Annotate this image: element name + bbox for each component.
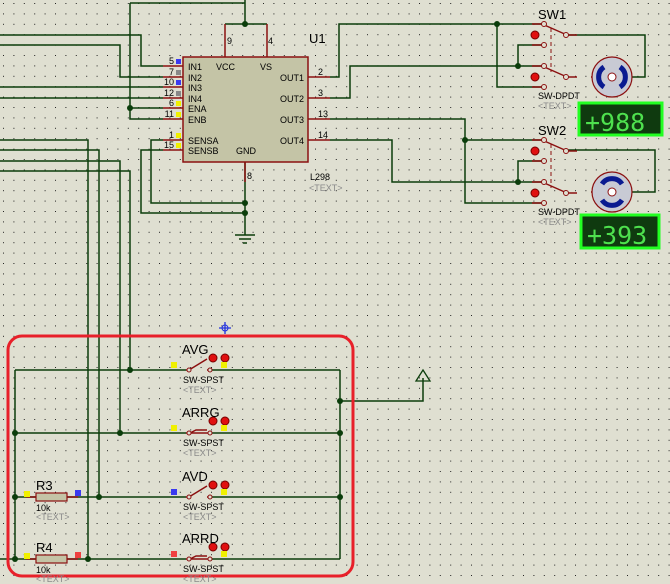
switch-part: SW-SPST [183, 438, 224, 448]
switch-ref: AVG [182, 342, 209, 357]
switch-text: <TEXT> [183, 385, 217, 395]
state-indicator [221, 362, 227, 368]
switch-text: <TEXT> [183, 574, 217, 584]
state-indicator [24, 553, 30, 559]
pin-number: 11 [165, 109, 174, 119]
counter-value: +988 [585, 108, 645, 137]
resistor-text: <TEXT> [36, 574, 70, 584]
probe-icon [220, 416, 230, 426]
switch-text: <TEXT> [183, 512, 217, 522]
pin-number: 1 [169, 130, 174, 140]
counter-1: +988 [577, 101, 664, 137]
chip-text: <TEXT> [309, 183, 343, 193]
state-indicator [171, 425, 177, 431]
pin-name: IN1 [188, 62, 202, 72]
resistor-ref: R3 [36, 478, 53, 493]
switch-text: <TEXT> [538, 101, 572, 111]
counter-2: +393 [579, 213, 661, 250]
probe-icon [220, 480, 230, 490]
state-indicator [221, 489, 227, 495]
pin-number: 9 [227, 36, 232, 46]
pin-name: VCC [216, 62, 236, 72]
probe-icon [530, 188, 540, 198]
pin-name: SENSB [188, 146, 219, 156]
switch-part: SW-DPDT [538, 207, 580, 217]
switch-text: <TEXT> [183, 448, 217, 458]
probe-icon [530, 72, 540, 82]
switch-part: SW-SPST [183, 564, 224, 574]
pin-name: OUT1 [280, 73, 304, 83]
switch-ref: ARRD [182, 531, 219, 546]
pin-name: SENSA [188, 136, 219, 146]
pin-state-indicators [176, 59, 181, 148]
probe-icon [208, 480, 218, 490]
switch-part: SW-SPST [183, 375, 224, 385]
resistor-ref: R4 [36, 540, 53, 555]
state-indicator [171, 551, 177, 557]
pin-name: VS [260, 62, 272, 72]
pin-number: 14 [318, 130, 328, 140]
probe-icon [220, 542, 230, 552]
motor-icon [591, 171, 633, 213]
pin-name: OUT4 [280, 136, 304, 146]
pin-number: 12 [164, 88, 174, 98]
pin-name: OUT3 [280, 115, 304, 125]
pin-number: 7 [169, 67, 174, 77]
probe-icon [530, 146, 540, 156]
pin-number: 10 [164, 77, 174, 87]
pin-name: IN3 [188, 83, 202, 93]
probe-icon [530, 30, 540, 40]
pin-number: 5 [169, 56, 174, 66]
chip-ref: U1 [309, 31, 326, 46]
state-indicator [24, 491, 30, 497]
motor-icon [591, 56, 633, 98]
resistor-text: <TEXT> [36, 512, 70, 522]
pin-name: OUT2 [280, 94, 304, 104]
probe-icon [208, 353, 218, 363]
state-indicator [171, 362, 177, 368]
counter-value: +393 [587, 221, 647, 250]
pin-name: ENB [188, 115, 207, 125]
pin-number: 6 [169, 98, 174, 108]
pin-name: IN2 [188, 73, 202, 83]
switch-ref: SW1 [538, 7, 566, 22]
pin-number: 13 [318, 109, 328, 119]
chip-part: L298 [310, 172, 330, 182]
probe-icon [220, 353, 230, 363]
pin-name: ENA [188, 104, 207, 114]
pin-number: 3 [318, 88, 323, 98]
state-indicator [221, 425, 227, 431]
state-indicator [75, 490, 81, 496]
schematic-canvas[interactable]: U1 L298 <TEXT> IN1 IN2 IN3 IN4 ENA ENB S… [0, 0, 670, 584]
pin-number: 8 [247, 171, 252, 181]
switch-text: <TEXT> [538, 217, 572, 227]
state-indicator [75, 552, 81, 558]
pin-number: 15 [164, 140, 174, 150]
pin-name: IN4 [188, 94, 202, 104]
switch-ref: AVD [182, 469, 208, 484]
pin-number: 4 [268, 36, 273, 46]
switch-part: SW-DPDT [538, 91, 580, 101]
switch-ref: SW2 [538, 123, 566, 138]
switch-part: SW-SPST [183, 502, 224, 512]
pin-number: 2 [318, 67, 323, 77]
state-indicator [221, 551, 227, 557]
pin-name: GND [236, 146, 257, 156]
switch-ref: ARRG [182, 405, 220, 420]
state-indicator [171, 489, 177, 495]
